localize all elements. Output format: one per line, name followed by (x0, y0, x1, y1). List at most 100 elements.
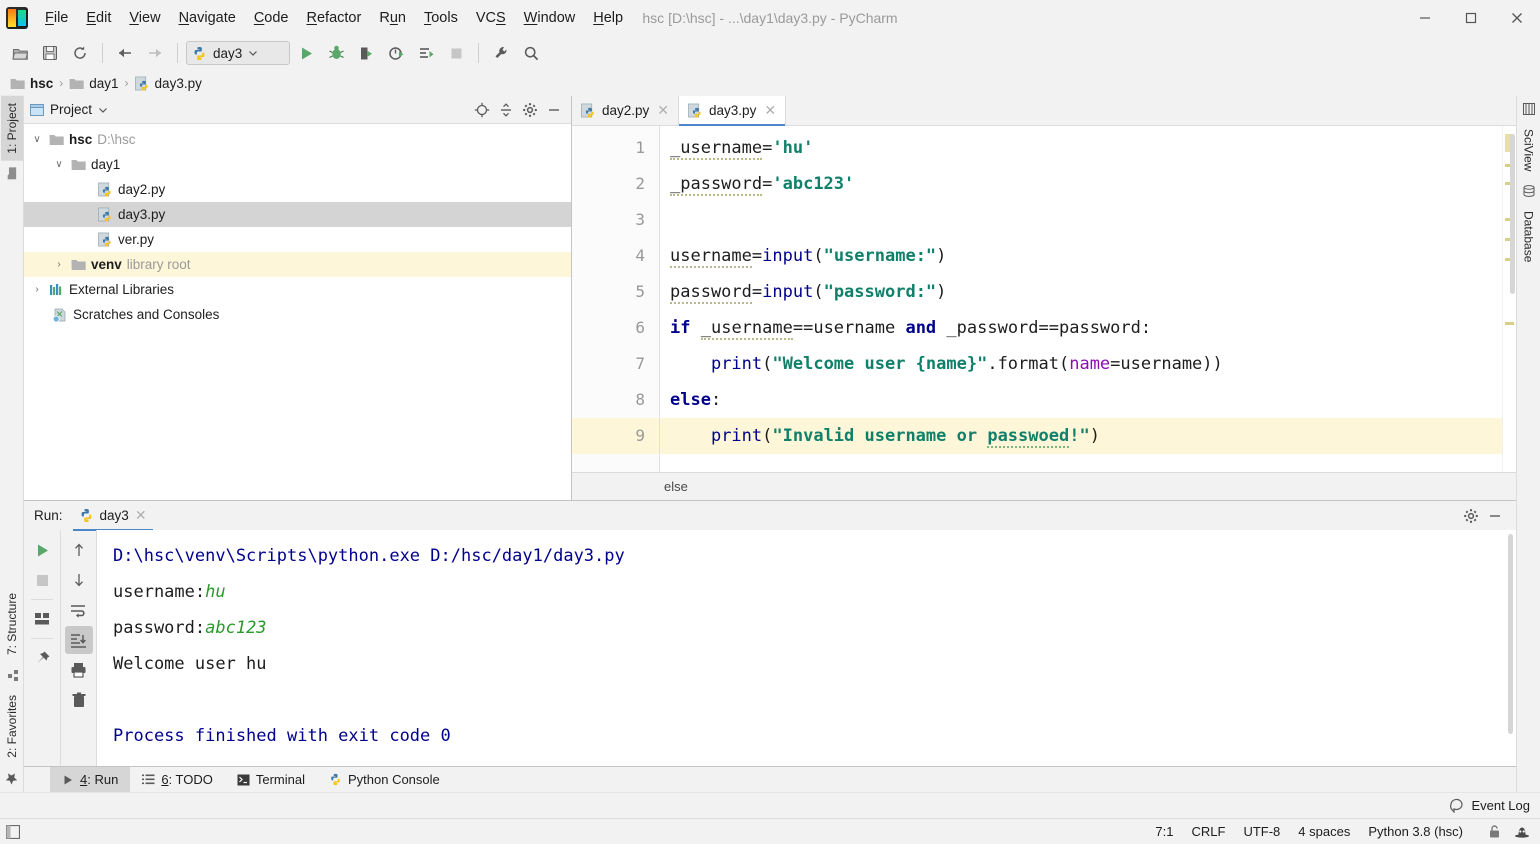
breadcrumb-item-day1[interactable]: day1 (69, 76, 119, 91)
hide-panel-icon[interactable] (1484, 505, 1506, 527)
close-icon[interactable]: ✕ (764, 102, 776, 119)
file-encoding[interactable]: UTF-8 (1243, 824, 1280, 839)
toolwindow-tab-python-console[interactable]: Python Console (317, 767, 452, 793)
run-console-output[interactable]: D:\hsc\venv\Scripts\python.exe D:/hsc/da… (96, 530, 1516, 766)
menu-window[interactable]: Window (515, 6, 585, 30)
save-icon[interactable] (36, 40, 64, 66)
menu-file[interactable]: File (36, 6, 77, 30)
toolwindow-tab-terminal[interactable]: Terminal (225, 767, 317, 793)
chevron-down-icon[interactable] (98, 105, 108, 115)
stop-icon[interactable] (442, 40, 470, 66)
sidebar-item-database[interactable]: Database (1518, 204, 1540, 269)
chevron-right-icon[interactable]: › (30, 284, 44, 295)
open-icon[interactable] (6, 40, 34, 66)
scroll-to-end-icon[interactable] (64, 626, 93, 654)
tree-row-scratches[interactable]: Scratches and Consoles (24, 302, 571, 327)
search-icon[interactable] (517, 40, 545, 66)
toolwindow-tab-run[interactable]: 4: Run (50, 766, 131, 793)
pin-icon[interactable] (28, 644, 56, 672)
warning-marker[interactable] (1505, 322, 1514, 325)
settings-wrench-icon[interactable] (487, 40, 515, 66)
run-configuration-selector[interactable]: day3 (186, 41, 290, 65)
up-icon[interactable] (65, 536, 93, 564)
console-user-input: hu (205, 582, 226, 602)
python-interpreter[interactable]: Python 3.8 (hsc) (1368, 824, 1463, 839)
tree-row-ver[interactable]: ver.py (24, 227, 571, 252)
back-icon[interactable] (111, 40, 139, 66)
run-icon[interactable] (292, 40, 320, 66)
run-tab-day3[interactable]: day3 ✕ (72, 504, 153, 531)
chevron-down-icon[interactable]: ∨ (52, 159, 66, 170)
stop-icon[interactable] (28, 566, 56, 594)
tree-row-day2[interactable]: day2.py (24, 177, 571, 202)
menu-code[interactable]: Code (245, 6, 298, 30)
caret-position[interactable]: 7:1 (1155, 824, 1173, 839)
close-button[interactable] (1494, 1, 1540, 35)
code-content[interactable]: _username='hu' _password='abc123' userna… (660, 126, 1502, 472)
tree-row-day3[interactable]: day3.py (24, 202, 571, 227)
minimize-button[interactable] (1402, 1, 1448, 35)
tab-day2[interactable]: day2.py ✕ (572, 96, 680, 125)
forward-icon[interactable] (141, 40, 169, 66)
close-icon[interactable]: ✕ (657, 102, 669, 119)
locate-target-icon[interactable] (471, 99, 493, 121)
run-tests-icon[interactable] (412, 40, 440, 66)
profile-icon[interactable] (382, 40, 410, 66)
tree-row-hsc[interactable]: ∨ hsc D:\hsc (24, 127, 571, 152)
maximize-button[interactable] (1448, 1, 1494, 35)
rerun-icon[interactable] (28, 536, 56, 564)
chevron-right-icon[interactable]: › (52, 259, 66, 270)
console-scrollbar-thumb[interactable] (1508, 534, 1513, 734)
sidebar-item-project[interactable]: 1: Project (0, 96, 23, 161)
collapse-all-icon[interactable] (495, 99, 517, 121)
sidebar-item-sciview[interactable]: SciView (1518, 122, 1540, 178)
tab-day3[interactable]: day3.py ✕ (679, 96, 787, 126)
line-separator[interactable]: CRLF (1192, 824, 1226, 839)
editor-gutter[interactable]: 1 2 3 4 5 6 7 8 9 (572, 126, 660, 472)
print-icon[interactable] (65, 656, 93, 684)
tree-row-external-libraries[interactable]: › External Libraries (24, 277, 571, 302)
sync-icon[interactable] (66, 40, 94, 66)
sidebar-item-structure[interactable]: 7: Structure (1, 586, 23, 662)
menu-tools[interactable]: Tools (415, 6, 467, 30)
gear-icon[interactable] (519, 99, 541, 121)
hide-panel-icon[interactable] (543, 99, 565, 121)
menu-help[interactable]: Help (584, 6, 632, 30)
main-body: 1: Project 7: Structure 2: Favorites Pro… (0, 96, 1540, 793)
menu-navigate[interactable]: Navigate (170, 6, 245, 30)
editor-breadcrumb[interactable]: else (572, 472, 1516, 500)
editor-main[interactable]: 1 2 3 4 5 6 7 8 9 _username='hu' _passwo… (572, 126, 1516, 472)
inspector-hat-icon[interactable] (1514, 824, 1530, 839)
sidebar-item-favorites[interactable]: 2: Favorites (1, 688, 23, 765)
menu-vcs[interactable]: VCS (467, 6, 515, 30)
menu-edit[interactable]: Edit (77, 6, 120, 30)
event-log-icon[interactable] (1450, 798, 1465, 813)
tree-row-day1[interactable]: ∨ day1 (24, 152, 571, 177)
close-icon[interactable]: ✕ (135, 507, 147, 524)
menu-refactor[interactable]: Refactor (298, 6, 371, 30)
run-coverage-icon[interactable] (352, 40, 380, 66)
pycharm-window: File Edit View Navigate Code Refactor Ru… (0, 0, 1540, 844)
sciview-label: SciView (1521, 129, 1536, 172)
layout-icon[interactable] (28, 605, 56, 633)
delete-icon[interactable] (65, 686, 93, 714)
event-log-label[interactable]: Event Log (1471, 798, 1530, 813)
tree-row-venv[interactable]: › venv library root (24, 252, 571, 277)
editor-scrollbar-thumb[interactable] (1510, 134, 1515, 294)
toggle-toolbar-icon[interactable] (6, 824, 20, 839)
menu-view[interactable]: View (120, 6, 169, 30)
error-stripe-gutter[interactable] (1502, 126, 1516, 472)
breadcrumb-item-day3[interactable]: day3.py (134, 76, 202, 91)
debug-icon[interactable] (322, 40, 350, 66)
toolwindow-tab-todo[interactable]: 6: TODO (130, 767, 225, 793)
indent-setting[interactable]: 4 spaces (1298, 824, 1350, 839)
chevron-down-icon[interactable]: ∨ (30, 134, 44, 145)
soft-wrap-icon[interactable] (65, 596, 93, 624)
breadcrumb-item-hsc[interactable]: hsc (10, 76, 53, 91)
tree-label: External Libraries (69, 282, 175, 297)
gear-icon[interactable] (1460, 505, 1482, 527)
down-icon[interactable] (65, 566, 93, 594)
lock-icon[interactable] (1487, 824, 1502, 839)
menu-run[interactable]: Run (370, 6, 415, 30)
line-number: 4 (635, 246, 645, 265)
